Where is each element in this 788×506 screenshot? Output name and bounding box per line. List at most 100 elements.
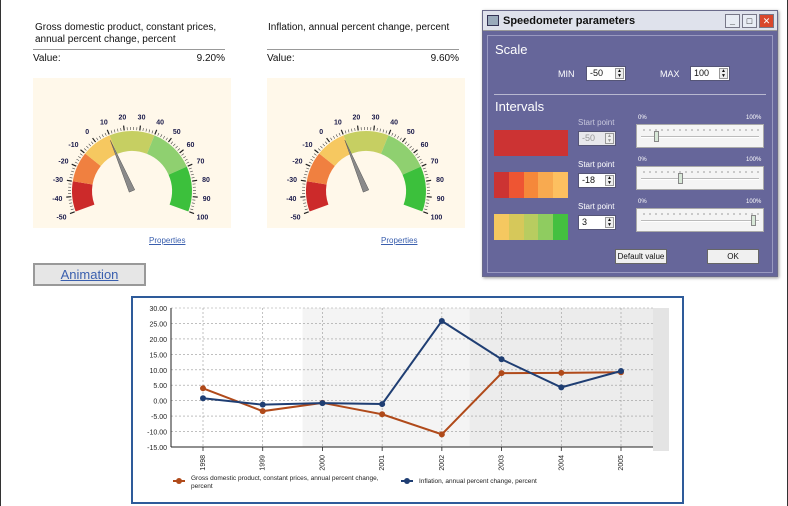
x-tick-label: 2002: [439, 455, 446, 471]
max-stepper[interactable]: 100 ▲ ▼: [690, 66, 730, 81]
line-chart: 30.00 25.00 20.00 15.00 10.00 5.00 0.00 -5.00 -1…: [131, 296, 684, 504]
gauge-minor-tick: [70, 208, 74, 211]
interval-color-swatch[interactable]: [494, 172, 568, 198]
gauge-tick-label: 40: [156, 119, 164, 126]
gauge-value-gdp: 9.20%: [196, 53, 225, 64]
stepper-arrows-icon[interactable]: ▲ ▼: [605, 217, 614, 228]
gauge-minor-tick: [83, 148, 87, 151]
min-stepper[interactable]: -50 ▲ ▼: [586, 66, 626, 81]
y-tick-label: 25.00: [149, 321, 167, 328]
slider-ticks: [641, 213, 759, 215]
x-tick-label: 2003: [499, 455, 506, 471]
dialog-title-bar[interactable]: Speedometer parameters _ □ ✕: [483, 11, 777, 31]
gauge-tick-label: -30: [53, 177, 63, 184]
gauge-minor-tick: [391, 132, 394, 136]
y-tick-label: 30.00: [149, 306, 167, 313]
gauge-minor-tick: [303, 177, 307, 179]
gauge-minor-tick: [322, 143, 325, 147]
gauge-title-gdp: Gross domestic product, constant prices,…: [35, 22, 217, 45]
gauge-minor-tick: [90, 141, 94, 145]
gauge-minor-tick: [411, 148, 415, 151]
animation-button[interactable]: Animation: [33, 263, 146, 286]
start-point-label: Start point: [578, 160, 615, 169]
y-tick-label: 0.00: [153, 399, 167, 406]
stepper-arrows-icon[interactable]: ▲ ▼: [615, 68, 624, 79]
gauge-minor-tick: [145, 128, 147, 132]
stepper-arrows-icon[interactable]: ▲ ▼: [605, 133, 614, 144]
gauge-tick-label: 100: [431, 215, 443, 222]
slider-ticks: [641, 171, 759, 173]
gauge-minor-tick: [86, 145, 89, 149]
slider-thumb[interactable]: [750, 215, 756, 226]
gauge-minor-tick: [117, 128, 119, 132]
gauge-minor-tick: [191, 177, 195, 179]
gauge-minor-tick: [120, 127, 122, 132]
gauge-tick-label: -10: [302, 142, 312, 149]
slider-thumb[interactable]: [654, 131, 660, 142]
percent-max-label: 100%: [746, 157, 762, 163]
gauge-minor-tick: [344, 130, 347, 134]
start-point-stepper[interactable]: -18 ▲ ▼: [578, 173, 616, 188]
gauge-band: [402, 166, 426, 212]
gauge-minor-tick: [305, 170, 309, 173]
gauge-minor-tick: [407, 143, 410, 147]
slider-track: [641, 220, 759, 222]
gauge-minor-tick: [98, 135, 102, 139]
y-tick-label: -15.00: [147, 445, 167, 452]
interval-slider[interactable]: [636, 208, 764, 232]
gauge-minor-tick: [190, 208, 194, 211]
gauge-minor-tick: [354, 127, 356, 132]
swatch-segment: [538, 214, 554, 240]
percent-max-label: 100%: [746, 115, 762, 121]
stepper-arrows-icon[interactable]: ▲ ▼: [605, 175, 614, 186]
gauge-value-row-gdp: Value: 9.20%: [33, 49, 225, 64]
legend-marker-0: [176, 478, 182, 484]
interval-color-swatch[interactable]: [494, 214, 568, 240]
swatch-segment: [523, 172, 539, 198]
gauge-tick-label: 0: [319, 129, 323, 136]
speedometer-parameters-dialog: Speedometer parameters _ □ ✕ Scale MIN -…: [482, 10, 778, 277]
stepper-arrows-icon[interactable]: ▲ ▼: [719, 68, 728, 79]
gauge-tick-label: -20: [58, 158, 68, 165]
series-0-point: [498, 370, 505, 377]
maximize-icon[interactable]: □: [742, 14, 757, 28]
gauge-tick-label: 0: [85, 129, 89, 136]
gauge-minor-tick: [151, 130, 154, 134]
gauge-minor-tick: [170, 141, 174, 145]
gauge-tick-label: 70: [431, 158, 439, 165]
gauge-minor-tick: [304, 173, 308, 176]
gauge-tick: [106, 129, 110, 135]
gauge-minor-tick: [78, 156, 81, 159]
default-value-button[interactable]: Default value: [615, 249, 667, 264]
gauge-minor-tick: [110, 130, 113, 134]
interval-slider[interactable]: [636, 124, 764, 148]
gauge-minor-tick: [396, 135, 400, 139]
gauge-minor-tick: [96, 137, 99, 141]
gauge-minor-tick: [422, 167, 426, 170]
y-tick-label: 20.00: [149, 337, 167, 344]
gauge-minor-tick: [79, 153, 83, 156]
gauge-tick-label: -40: [286, 196, 296, 203]
interval-color-swatch[interactable]: [494, 130, 568, 156]
gauge-minor-tick: [338, 132, 341, 136]
properties-link-inflation[interactable]: Properties: [381, 236, 417, 245]
gauge-minor-tick: [184, 158, 188, 161]
slider-thumb[interactable]: [677, 173, 683, 184]
minimize-icon[interactable]: _: [725, 14, 740, 28]
y-tick-label: -5.00: [151, 414, 167, 421]
dialog-title: Speedometer parameters: [503, 15, 636, 27]
gauge-minor-tick: [420, 161, 424, 164]
interval-slider[interactable]: [636, 166, 764, 190]
x-tick-label: 2004: [558, 455, 565, 471]
gauge-minor-tick: [332, 135, 336, 139]
gauge-minor-tick: [69, 177, 73, 179]
gauge-tick: [122, 125, 125, 131]
ok-button[interactable]: OK: [707, 249, 759, 264]
swatch-segment: [494, 172, 509, 198]
close-icon[interactable]: ✕: [759, 14, 774, 28]
start-point-stepper[interactable]: 3 ▲ ▼: [578, 215, 616, 230]
gauge-tick-label: 20: [353, 115, 361, 122]
properties-link-gdp[interactable]: Properties: [149, 236, 185, 245]
percent-min-label: 0%: [638, 157, 647, 163]
value-label: Value:: [267, 53, 295, 64]
